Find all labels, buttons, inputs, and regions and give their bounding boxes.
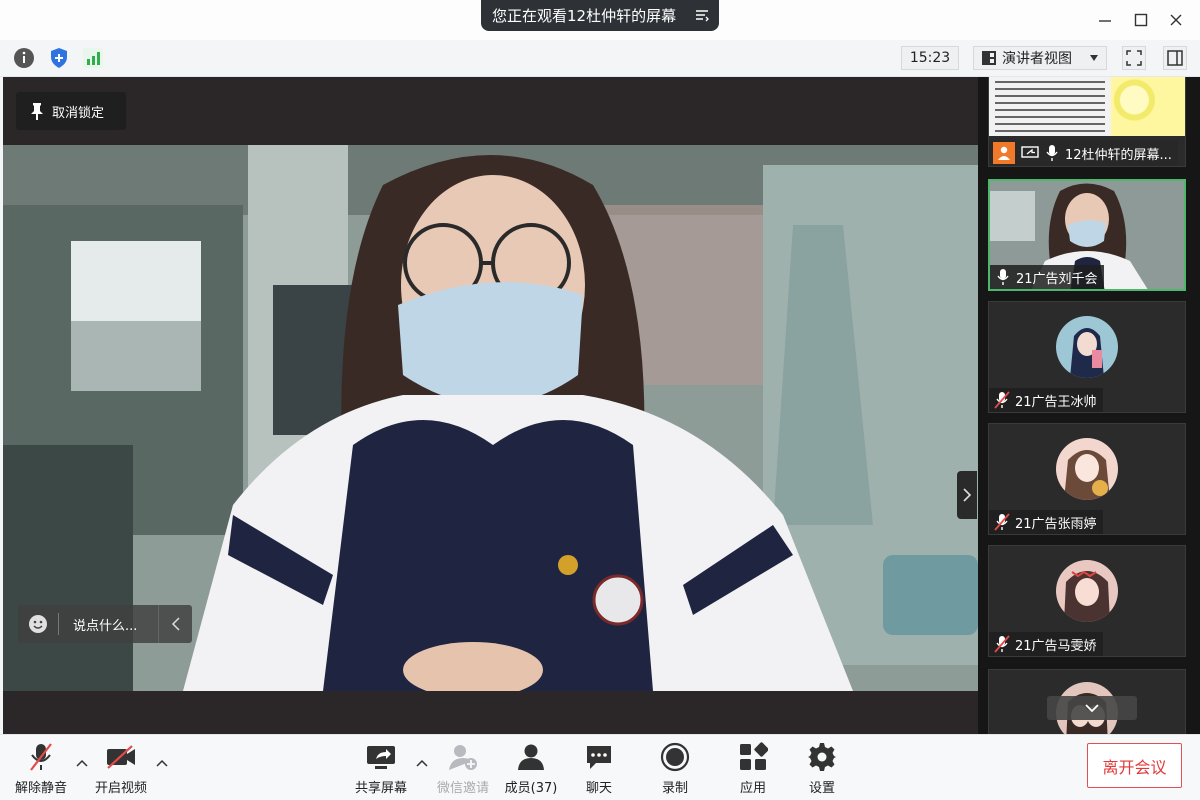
security-shield-icon[interactable]	[47, 46, 71, 70]
gear-icon	[805, 741, 839, 773]
camera-off-icon	[104, 741, 138, 773]
toggle-sidebar-button[interactable]	[1163, 46, 1187, 70]
collapse-sidebar-button[interactable]	[957, 471, 977, 519]
list-menu-icon[interactable]	[695, 8, 709, 22]
avatar	[1056, 316, 1118, 378]
participant-tile[interactable]: 12杜仲轩的屏幕...	[988, 77, 1186, 167]
chat-bubble-icon	[582, 741, 616, 773]
maximize-button[interactable]	[1131, 10, 1151, 30]
view-mode-label: 演讲者视图	[1002, 51, 1072, 67]
chat-label: 聊天	[585, 781, 612, 796]
info-icon[interactable]	[12, 46, 36, 70]
mic-icon	[994, 268, 1012, 286]
participant-name: 21广告马雯娇	[1015, 638, 1097, 654]
avatar	[1056, 438, 1118, 500]
scroll-more-button[interactable]	[1047, 696, 1137, 720]
members-button[interactable]: 成员(37)	[496, 741, 566, 797]
title-bar: 您正在观看12杜仲轩的屏幕	[0, 0, 1200, 40]
quick-chat-bar[interactable]: 说点什么...	[18, 605, 192, 643]
participant-name: 21广告王冰帅	[1015, 394, 1097, 410]
mic-muted-icon	[993, 635, 1011, 653]
participant-tile[interactable]: 21广告张雨婷	[988, 423, 1186, 535]
tile-name-bar: 21广告张雨婷	[989, 510, 1103, 534]
signal-strength-icon[interactable]	[81, 46, 105, 70]
close-button[interactable]	[1166, 10, 1186, 30]
share-banner-text: 您正在观看12杜仲轩的屏幕	[492, 7, 677, 25]
mic-muted-icon	[993, 391, 1011, 409]
unmute-button[interactable]: 解除静音	[6, 741, 76, 797]
main-video-area: 取消锁定 说点什么...	[3, 77, 978, 734]
share-options-caret[interactable]	[416, 757, 428, 769]
start-video-label: 开启视频	[94, 781, 147, 796]
fullscreen-button[interactable]	[1122, 46, 1146, 70]
chat-input[interactable]: 说点什么...	[73, 615, 137, 634]
tile-name-bar: 12杜仲轩的屏幕...	[989, 140, 1178, 166]
members-icon	[514, 741, 548, 773]
settings-button[interactable]: 设置	[787, 741, 857, 797]
meeting-timer: 15:23	[901, 46, 959, 70]
apps-button[interactable]: 应用	[718, 741, 788, 797]
mic-icon	[1043, 144, 1061, 162]
share-banner: 您正在观看12杜仲轩的屏幕	[481, 0, 719, 31]
chevron-left-icon[interactable]	[158, 605, 192, 643]
record-label: 录制	[661, 781, 688, 796]
participant-tile[interactable]: 21广告王冰帅	[988, 301, 1186, 413]
chat-button[interactable]: 聊天	[564, 741, 634, 797]
settings-label: 设置	[808, 781, 835, 796]
tile-name-bar: 21广告马雯娇	[989, 632, 1103, 656]
chevron-right-icon	[962, 488, 972, 502]
members-label: 成员(37)	[504, 781, 558, 796]
participant-name: 21广告张雨婷	[1015, 516, 1097, 532]
pin-icon	[30, 102, 44, 120]
minimize-button[interactable]	[1095, 10, 1115, 30]
mic-muted-icon	[24, 741, 58, 773]
wechat-invite-button[interactable]: 微信邀请	[428, 741, 498, 797]
fullscreen-icon	[1126, 50, 1142, 66]
start-video-button[interactable]: 开启视频	[86, 741, 156, 797]
shared-screen-thumbnail	[989, 77, 1111, 136]
video-options-caret[interactable]	[156, 757, 168, 769]
apps-grid-icon	[736, 741, 770, 773]
participant-tile[interactable]: 21广告马雯娇	[988, 545, 1186, 657]
unpin-button[interactable]: 取消锁定	[16, 92, 126, 130]
view-mode-select[interactable]: 演讲者视图	[973, 46, 1107, 70]
unmute-label: 解除静音	[14, 781, 67, 796]
bottom-control-bar: 解除静音 开启视频 共享屏幕 微信邀请 成员(37) 聊天 录制 应用 设置 离…	[0, 734, 1200, 800]
unpin-label: 取消锁定	[52, 105, 105, 121]
apps-label: 应用	[739, 781, 766, 796]
leave-meeting-button[interactable]: 离开会议	[1087, 743, 1182, 788]
tile-name-bar: 21广告王冰帅	[989, 388, 1103, 412]
emoji-icon[interactable]	[18, 614, 58, 634]
tile-name-bar: 21广告刘千会	[990, 265, 1104, 289]
record-icon	[658, 741, 692, 773]
participant-name: 12杜仲轩的屏幕...	[1065, 147, 1172, 163]
participant-tile[interactable]: 21广告刘千会	[988, 179, 1186, 291]
screen-share-icon	[1021, 144, 1039, 162]
participant-sidebar: 12杜仲轩的屏幕... 21广告刘千会 21广告王冰帅 21广告张雨婷 21广告…	[978, 77, 1200, 734]
meeting-toolbar: 15:23 演讲者视图	[0, 40, 1200, 77]
chevron-down-icon	[1084, 703, 1100, 713]
sidebar-panel-icon	[1167, 50, 1183, 66]
mic-muted-icon	[993, 513, 1011, 531]
share-screen-button[interactable]: 共享屏幕	[346, 741, 416, 797]
avatar	[1056, 560, 1118, 622]
share-screen-label: 共享屏幕	[354, 781, 407, 796]
invite-user-icon	[446, 741, 480, 773]
speaker-view-icon	[981, 50, 997, 66]
wechat-invite-label: 微信邀请	[436, 781, 489, 796]
participant-name: 21广告刘千会	[1016, 271, 1098, 287]
shared-screen-image	[1111, 77, 1185, 136]
share-screen-icon	[364, 741, 398, 773]
host-icon	[993, 142, 1015, 164]
chevron-down-icon	[1090, 55, 1098, 61]
chat-divider	[58, 613, 59, 635]
record-button[interactable]: 录制	[640, 741, 710, 797]
